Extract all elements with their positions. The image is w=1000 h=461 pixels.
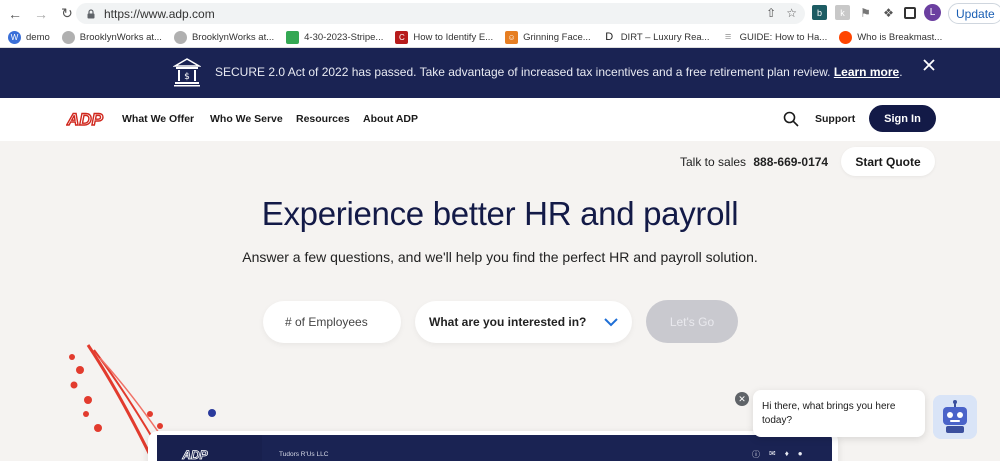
reload-icon[interactable]: ↻ bbox=[56, 3, 78, 25]
sales-phone[interactable]: 888-669-0174 bbox=[753, 155, 828, 169]
announcement-banner: $ SECURE 2.0 Act of 2022 has passed. Tak… bbox=[0, 48, 1000, 98]
chat-icon: ✉ bbox=[769, 449, 776, 458]
nav-what-we-offer[interactable]: What We Offer bbox=[122, 113, 194, 125]
page-subtitle: Answer a few questions, and we'll help y… bbox=[242, 249, 758, 265]
bookmark-item[interactable]: D DIRT – Luxury Rea... bbox=[603, 31, 709, 44]
preview-adp-logo: ADP bbox=[181, 448, 209, 461]
chevron-down-icon bbox=[604, 318, 618, 327]
start-quote-button[interactable]: Start Quote bbox=[841, 147, 935, 176]
url-text: https://www.adp.com bbox=[104, 6, 215, 21]
bookmark-favicon bbox=[173, 30, 187, 44]
bookmark-favicon bbox=[61, 30, 75, 44]
share-icon[interactable]: ⇧ bbox=[766, 6, 776, 20]
bookmark-item[interactable]: C How to Identify E... bbox=[395, 30, 493, 44]
bank-icon: $ bbox=[173, 58, 201, 87]
back-icon[interactable]: ← bbox=[4, 3, 26, 25]
forward-icon[interactable]: → bbox=[30, 3, 52, 25]
profile-avatar[interactable]: L bbox=[924, 4, 941, 21]
bookmark-favicon: D bbox=[605, 31, 614, 43]
lock-icon bbox=[87, 8, 95, 18]
bookmark-item[interactable]: ☺ Grinning Face... bbox=[505, 30, 591, 44]
search-icon[interactable] bbox=[783, 111, 799, 127]
bookmark-item[interactable]: BrooklynWorks at... bbox=[173, 30, 274, 44]
preview-company-name: Tudors R'Us LLC bbox=[279, 451, 329, 458]
nav-about-adp[interactable]: About ADP bbox=[363, 113, 418, 125]
bookmark-item[interactable]: 4-30-2023-Stripe... bbox=[286, 30, 383, 44]
sidepanel-icon[interactable] bbox=[904, 6, 916, 19]
reddit-icon bbox=[839, 30, 853, 44]
close-icon[interactable] bbox=[921, 57, 937, 73]
bookmark-favicon: C bbox=[395, 30, 409, 44]
bookmark-item[interactable]: ≡ GUIDE: How to Ha... bbox=[722, 31, 827, 44]
nav-who-we-serve[interactable]: Who We Serve bbox=[210, 113, 283, 125]
banner-message: SECURE 2.0 Act of 2022 has passed. Take … bbox=[215, 65, 903, 79]
page-title: Experience better HR and payroll bbox=[261, 195, 739, 232]
update-button[interactable]: Update bbox=[948, 3, 1000, 24]
extension-b-icon[interactable]: b bbox=[812, 5, 827, 20]
chat-message[interactable]: Hi there, what brings you here today? bbox=[753, 390, 925, 437]
learn-more-link[interactable]: Learn more bbox=[834, 65, 899, 79]
bookmark-favicon: W bbox=[8, 30, 21, 44]
help-icon: ⓘ bbox=[752, 450, 760, 459]
extension-k-icon[interactable]: k bbox=[835, 5, 850, 20]
emoji-icon: ☺ bbox=[505, 30, 519, 44]
bookmarks-bar: Wdemo BrooklynWorks at... BrooklynWorks … bbox=[0, 27, 1000, 48]
flag-icon[interactable]: ⚑ bbox=[858, 5, 873, 20]
address-bar[interactable]: https://www.adp.com ⇧ ☆ bbox=[76, 3, 805, 24]
puzzle-icon[interactable]: ❖ bbox=[881, 5, 896, 20]
bookmark-item[interactable]: BrooklynWorks at... bbox=[61, 30, 162, 44]
bookmark-star-icon[interactable]: ☆ bbox=[786, 6, 797, 20]
chat-close-button[interactable]: ✕ bbox=[735, 392, 749, 406]
drive-icon bbox=[286, 30, 300, 44]
interest-select[interactable]: What are you interested in? bbox=[415, 301, 632, 343]
bookmark-item[interactable]: Wdemo bbox=[8, 30, 50, 44]
svg-text:ADP: ADP bbox=[66, 110, 104, 129]
svg-text:$: $ bbox=[184, 72, 190, 82]
lets-go-button[interactable]: Let's Go bbox=[646, 300, 738, 343]
people-icon: ● bbox=[797, 449, 803, 458]
preview-sidebar bbox=[157, 435, 262, 461]
bell-icon: ♦ bbox=[784, 449, 789, 458]
bookmark-item[interactable]: Who is Breakmast... bbox=[839, 30, 942, 44]
svg-text:ADP: ADP bbox=[181, 448, 208, 461]
employees-input[interactable] bbox=[263, 301, 401, 343]
talk-to-sales: Talk to sales 888-669-0174 bbox=[680, 155, 829, 169]
sign-in-button[interactable]: Sign In bbox=[869, 105, 936, 132]
adp-logo[interactable]: ADP bbox=[66, 109, 104, 129]
nav-resources[interactable]: Resources bbox=[296, 113, 350, 125]
main-navigation: ADP What We Offer Who We Serve Resources… bbox=[0, 98, 1000, 141]
support-link[interactable]: Support bbox=[815, 113, 855, 125]
preview-toolbar: ⓘ ✉ ♦ ● bbox=[752, 449, 803, 460]
document-icon: ≡ bbox=[724, 31, 732, 43]
chatbot-robot-icon[interactable] bbox=[933, 395, 977, 439]
